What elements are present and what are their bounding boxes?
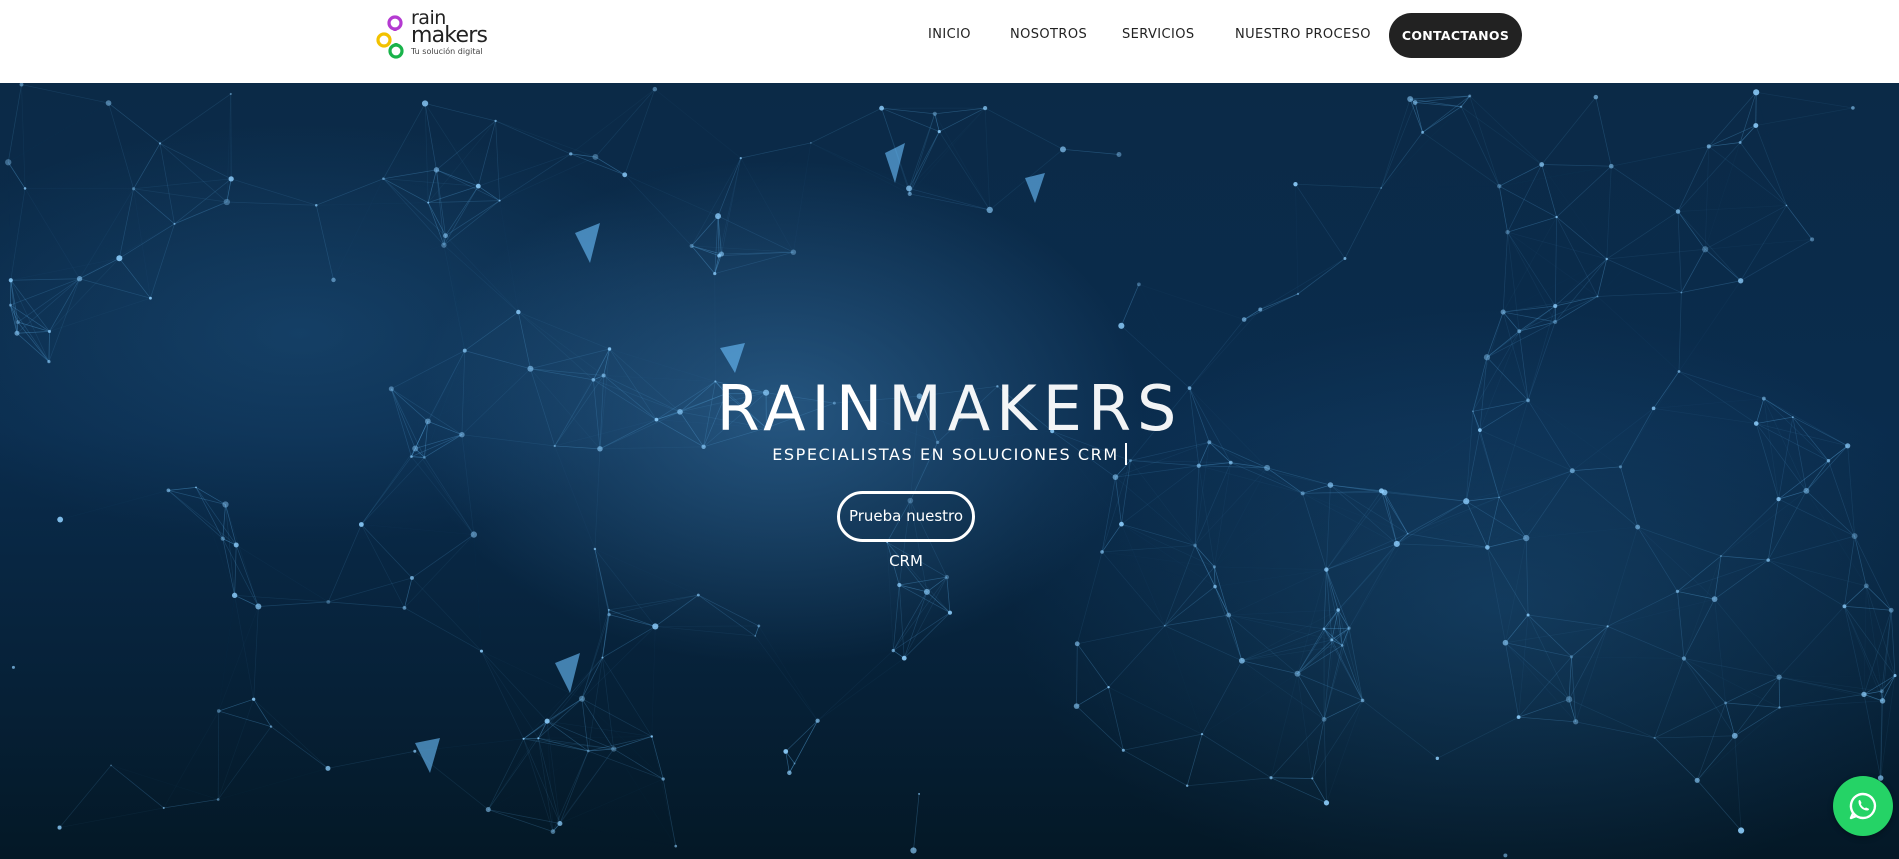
typing-cursor (1124, 443, 1127, 465)
hero-title-rain: RAIN (716, 372, 889, 445)
hero-subtitle: ESPECIALISTAS EN SOLUCIONES CRM (0, 443, 1899, 465)
contact-button[interactable]: CONTACTANOS (1389, 13, 1522, 58)
hero-title: RAINMAKERS (0, 374, 1899, 444)
whatsapp-icon (1849, 792, 1877, 820)
hero-section: RAINMAKERS ESPECIALISTAS EN SOLUCIONES C… (0, 83, 1899, 859)
nav-item-inicio[interactable]: INICIO (928, 27, 971, 42)
site-header: rain makers Tu solución digital INICIO N… (0, 0, 1899, 83)
try-crm-button[interactable]: Prueba nuestro CRM (837, 491, 975, 570)
network-background-image (5, 83, 1897, 858)
nav-item-servicios[interactable]: SERVICIOS (1122, 27, 1195, 42)
hero-subtitle-text: ESPECIALISTAS EN SOLUCIONES CRM (772, 445, 1119, 464)
nav-item-nuestro-proceso[interactable]: NUESTRO PROCESO (1235, 27, 1371, 42)
whatsapp-button[interactable] (1833, 776, 1893, 836)
nav-item-nosotros[interactable]: NOSOTROS (1010, 27, 1087, 42)
hero-title-makers: MAKERS (888, 372, 1183, 445)
main-nav: INICIO NOSOTROS SERVICIOS NUESTRO PROCES… (0, 0, 1899, 71)
